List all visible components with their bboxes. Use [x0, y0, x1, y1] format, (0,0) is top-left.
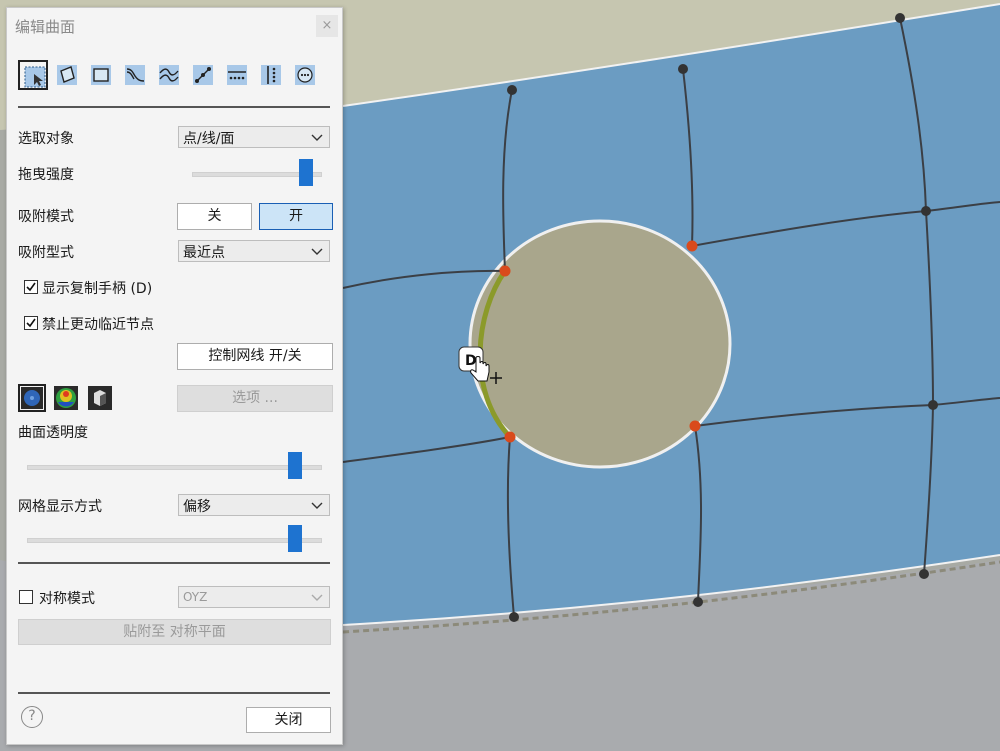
show-copy-handle-label[interactable]: 显示复制手柄 (D)	[42, 278, 152, 298]
checkmark-icon	[26, 318, 36, 328]
drag-strength-slider[interactable]	[192, 159, 322, 186]
mesh-display-dropdown[interactable]: 偏移	[178, 494, 330, 516]
mesh-offset-slider[interactable]	[27, 525, 322, 552]
snap-type-value: 最近点	[183, 245, 225, 261]
selection-dropdown[interactable]: 点/线/面	[178, 126, 330, 148]
symmetry-plane-value: OYZ	[183, 590, 208, 604]
chevron-down-icon	[311, 594, 323, 601]
drag-strength-label: 拖曳强度	[18, 167, 74, 183]
mesh-display-value: 偏移	[183, 499, 211, 515]
snap-off-button[interactable]: 关	[177, 203, 252, 230]
snap-mode-label: 吸附模式	[18, 209, 74, 225]
slider-thumb[interactable]	[288, 452, 303, 479]
divider	[18, 106, 330, 108]
close-icon[interactable]: ×	[316, 15, 338, 37]
lock-near-nodes-label[interactable]: 禁止更动临近节点	[42, 314, 154, 334]
symmetry-mode-label[interactable]: 对称模式	[39, 588, 95, 608]
wave-lines-icon[interactable]	[154, 60, 184, 90]
panel-titlebar[interactable]: 编辑曲面 ×	[7, 8, 342, 42]
divider	[18, 562, 330, 564]
chevron-down-icon	[311, 248, 323, 255]
square-face-icon[interactable]	[86, 60, 116, 90]
dots-circle-icon[interactable]	[290, 60, 320, 90]
snap-type-dropdown[interactable]: 最近点	[178, 240, 330, 262]
lock-near-nodes-checkbox[interactable]	[24, 316, 38, 330]
chevron-down-icon	[311, 502, 323, 509]
control-mesh-toggle-button[interactable]: 控制网线 开/关	[177, 343, 333, 370]
close-button[interactable]: 关闭	[246, 707, 331, 733]
select-box-icon[interactable]	[18, 60, 48, 90]
surface-transparency-label: 曲面透明度	[18, 425, 88, 441]
surface-hole[interactable]	[468, 219, 732, 469]
show-copy-handle-checkbox[interactable]	[24, 280, 38, 294]
svg-text:D: D	[465, 353, 477, 369]
selection-label: 选取对象	[18, 131, 74, 147]
panel-title: 编辑曲面	[15, 18, 76, 36]
surface-transparency-slider[interactable]	[27, 452, 322, 479]
divider	[18, 692, 330, 694]
options-button[interactable]: 选项 ...	[177, 385, 333, 412]
slider-track	[27, 465, 322, 470]
point-line-icon[interactable]	[188, 60, 218, 90]
tool-row	[18, 60, 328, 94]
edge-points-icon[interactable]	[222, 60, 252, 90]
box-view-icon[interactable]	[86, 384, 114, 412]
mesh-display-label: 网格显示方式	[18, 499, 102, 515]
slider-thumb[interactable]	[288, 525, 303, 552]
snap-type-label: 吸附型式	[18, 245, 74, 261]
bend-curve-icon[interactable]	[120, 60, 150, 90]
symmetry-mode-checkbox[interactable]	[19, 590, 33, 604]
selection-value: 点/线/面	[183, 131, 235, 147]
curvature-view-icon[interactable]	[52, 384, 80, 412]
snap-to-symmetry-plane-button[interactable]: 贴附至 对称平面	[18, 619, 331, 645]
symmetry-plane-dropdown[interactable]: OYZ	[178, 586, 330, 608]
snap-on-button[interactable]: 开	[259, 203, 333, 230]
shaded-view-icon[interactable]	[18, 384, 46, 412]
slider-thumb[interactable]	[299, 159, 314, 186]
checkmark-icon	[26, 282, 36, 292]
rotate-face-icon[interactable]	[52, 60, 82, 90]
edit-surface-panel: 编辑曲面 × 选取对象 点/线/面 拖曳强度 吸附模式 关 开 吸附型式 最近点…	[6, 7, 343, 745]
split-vertical-icon[interactable]	[256, 60, 286, 90]
slider-track	[27, 538, 322, 543]
help-icon[interactable]: ?	[21, 706, 43, 728]
chevron-down-icon	[311, 134, 323, 141]
